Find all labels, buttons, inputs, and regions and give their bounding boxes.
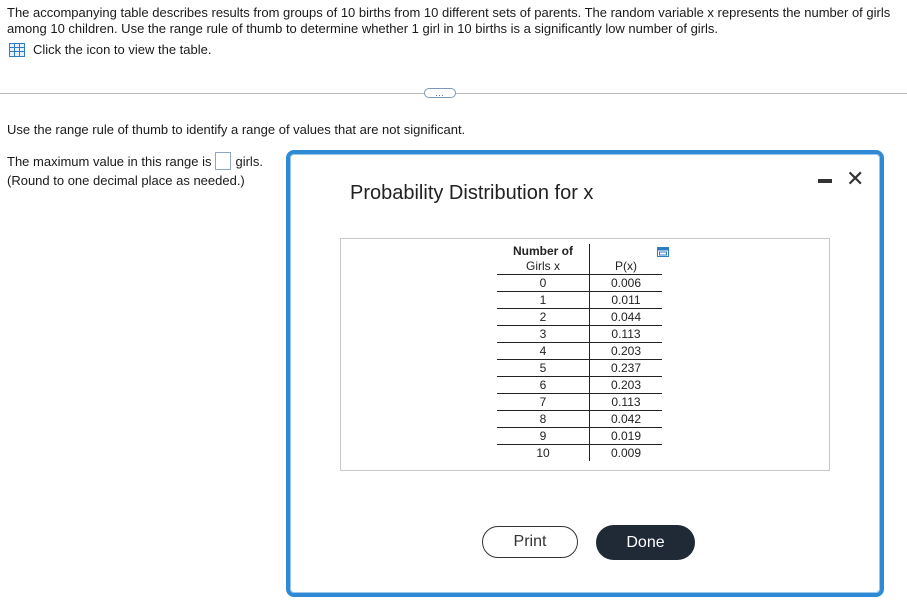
cell-x: 7 bbox=[497, 393, 590, 411]
view-table-link[interactable]: Click the icon to view the table. bbox=[9, 42, 211, 57]
cell-x: 6 bbox=[497, 376, 590, 394]
cell-x: 3 bbox=[497, 325, 590, 343]
cell-x: 5 bbox=[497, 359, 590, 377]
answer-suffix: girls. bbox=[235, 153, 263, 169]
cell-px: 0.011 bbox=[589, 291, 662, 309]
cell-px: 0.203 bbox=[589, 376, 662, 394]
header-px: P(x) bbox=[589, 244, 662, 275]
header-x-line1: Number of bbox=[513, 244, 573, 258]
minimize-icon[interactable] bbox=[818, 179, 832, 183]
cell-px: 0.237 bbox=[589, 359, 662, 377]
cell-px: 0.006 bbox=[589, 274, 662, 292]
print-button[interactable]: Print bbox=[482, 526, 578, 558]
cell-x: 4 bbox=[497, 342, 590, 360]
view-table-label[interactable]: Click the icon to view the table. bbox=[33, 42, 211, 57]
answer-line: The maximum value in this range is girls… bbox=[7, 152, 263, 170]
table-row: 6 0.203 bbox=[497, 376, 662, 394]
distribution-table: Number of Girls x P(x) 0 0.006 1 0.011 2 0.04… bbox=[497, 244, 662, 461]
header-girls-x: Number of Girls x bbox=[497, 244, 590, 275]
close-icon[interactable]: ✕ bbox=[846, 166, 864, 192]
cell-px: 0.019 bbox=[589, 427, 662, 445]
expand-button[interactable]: … bbox=[424, 88, 456, 98]
table-row: 3 0.113 bbox=[497, 325, 662, 343]
question-instruction: Use the range rule of thumb to identify … bbox=[7, 122, 466, 137]
table-row: 5 0.237 bbox=[497, 359, 662, 377]
cell-x: 0 bbox=[497, 274, 590, 292]
cell-x: 9 bbox=[497, 427, 590, 445]
cell-x: 2 bbox=[497, 308, 590, 326]
table-row: 9 0.019 bbox=[497, 427, 662, 445]
cell-px: 0.113 bbox=[589, 325, 662, 343]
cell-x: 1 bbox=[497, 291, 590, 309]
cell-x: 10 bbox=[497, 444, 590, 461]
problem-statement: The accompanying table describes results… bbox=[7, 5, 891, 36]
table-frame: Number of Girls x P(x) 0 0.006 1 0.011 2 0.04… bbox=[340, 238, 830, 471]
table-row: 0 0.006 bbox=[497, 274, 662, 292]
cell-px: 0.113 bbox=[589, 393, 662, 411]
table-row: 2 0.044 bbox=[497, 308, 662, 326]
answer-prefix: The maximum value in this range is bbox=[7, 153, 212, 169]
table-row: 10 0.009 bbox=[497, 444, 662, 461]
done-button[interactable]: Done bbox=[596, 525, 695, 560]
probability-distribution-dialog: Probability Distribution for x ✕ Number … bbox=[286, 150, 884, 597]
header-x-line2: Girls x bbox=[526, 259, 560, 273]
cell-px: 0.042 bbox=[589, 410, 662, 428]
rounding-note: (Round to one decimal place as needed.) bbox=[7, 173, 245, 188]
cell-x: 8 bbox=[497, 410, 590, 428]
table-icon[interactable] bbox=[9, 42, 25, 57]
table-row: 7 0.113 bbox=[497, 393, 662, 411]
table-row: 1 0.011 bbox=[497, 291, 662, 309]
distribution-table-body: 0 0.006 1 0.011 2 0.044 3 0.113 4 0.203 5 0.237 6 0.2… bbox=[497, 274, 662, 461]
table-row: 8 0.042 bbox=[497, 410, 662, 428]
cell-px: 0.009 bbox=[589, 444, 662, 461]
dialog-title: Probability Distribution for x bbox=[350, 182, 594, 204]
cell-px: 0.044 bbox=[589, 308, 662, 326]
table-row: 4 0.203 bbox=[497, 342, 662, 360]
cell-px: 0.203 bbox=[589, 342, 662, 360]
max-value-input[interactable] bbox=[215, 152, 232, 170]
